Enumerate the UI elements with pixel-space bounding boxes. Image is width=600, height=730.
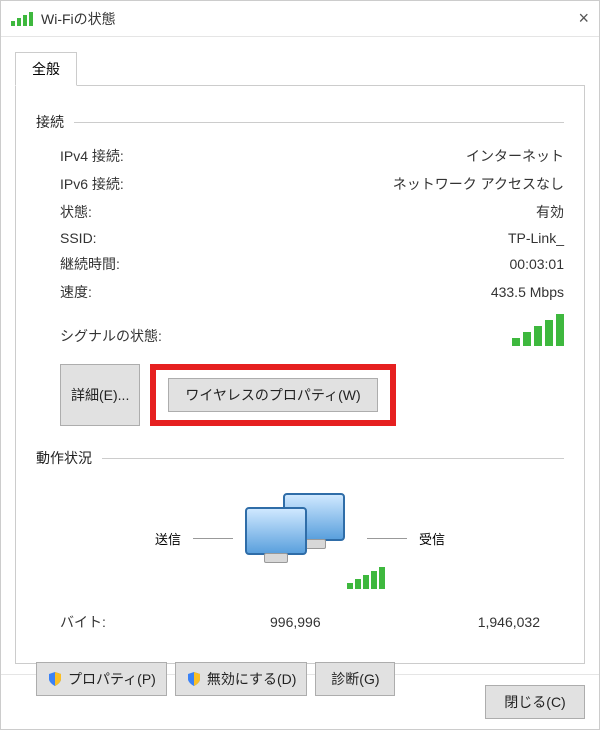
wifi-status-window: Wi-Fiの状態 × 全般 接続 IPv4 接続: インターネット IPv6 接… [0,0,600,730]
network-activity-icon [245,493,355,583]
wifi-signal-icon [11,12,33,26]
section-activity-label: 動作状況 [36,448,92,468]
signal-bars-small-icon [347,567,385,589]
ipv6-value: ネットワーク アクセスなし [260,174,564,194]
section-activity: 動作状況 [36,448,564,468]
wireless-properties-button[interactable]: ワイヤレスのプロパティ(W) [168,378,377,412]
shield-icon [47,671,63,687]
action-buttons: プロパティ(P) 無効にする(D) 診断(G) [36,656,564,702]
status-label: 状態: [60,202,260,222]
tabbar: 全般 [15,51,585,86]
section-connection-label: 接続 [36,112,64,132]
disable-button[interactable]: 無効にする(D) [175,662,308,696]
divider [102,458,564,459]
shield-icon [186,671,202,687]
row-ssid: SSID: TP-Link_ [36,226,564,250]
bytes-sent-value: 996,996 [210,614,390,630]
signal-label: シグナルの状態: [60,326,260,346]
row-signal: シグナルの状態: [36,306,564,352]
sent-label: 送信 [155,529,181,548]
section-connection: 接続 [36,112,564,132]
status-value: 有効 [260,202,564,222]
divider [367,538,407,539]
properties-label: プロパティ(P) [68,669,156,689]
window-title: Wi-Fiの状態 [41,9,557,29]
bytes-label: バイト: [60,612,210,632]
disable-label: 無効にする(D) [207,669,297,689]
highlight-annotation: ワイヤレスのプロパティ(W) [150,364,395,426]
row-duration: 継続時間: 00:03:01 [36,250,564,278]
panel-general: 接続 IPv4 接続: インターネット IPv6 接続: ネットワーク アクセス… [15,86,585,664]
divider [74,122,564,123]
close-icon[interactable]: × [557,8,589,29]
connection-buttons: 詳細(E)... ワイヤレスのプロパティ(W) [36,358,564,432]
speed-value: 433.5 Mbps [260,284,564,300]
row-bytes: バイト: 996,996 1,946,032 [36,608,564,636]
ipv4-value: インターネット [260,146,564,166]
row-ipv4: IPv4 接続: インターネット [36,142,564,170]
activity-area: 送信 受信 [36,478,564,598]
titlebar: Wi-Fiの状態 × [1,1,599,37]
received-label: 受信 [419,529,445,548]
ssid-label: SSID: [60,230,260,246]
content-area: 全般 接続 IPv4 接続: インターネット IPv6 接続: ネットワーク ア… [1,37,599,674]
ipv4-label: IPv4 接続: [60,146,260,166]
bytes-recv-value: 1,946,032 [390,614,540,630]
signal-strength-icon [512,314,564,346]
ipv6-label: IPv6 接続: [60,174,260,194]
ssid-value: TP-Link_ [260,230,564,246]
details-button[interactable]: 詳細(E)... [60,364,140,426]
tab-general[interactable]: 全般 [15,52,77,86]
duration-value: 00:03:01 [260,256,564,272]
row-ipv6: IPv6 接続: ネットワーク アクセスなし [36,170,564,198]
properties-button[interactable]: プロパティ(P) [36,662,167,696]
duration-label: 継続時間: [60,254,260,274]
row-speed: 速度: 433.5 Mbps [36,278,564,306]
row-status: 状態: 有効 [36,198,564,226]
diagnose-button[interactable]: 診断(G) [315,662,395,696]
divider [193,538,233,539]
speed-label: 速度: [60,282,260,302]
